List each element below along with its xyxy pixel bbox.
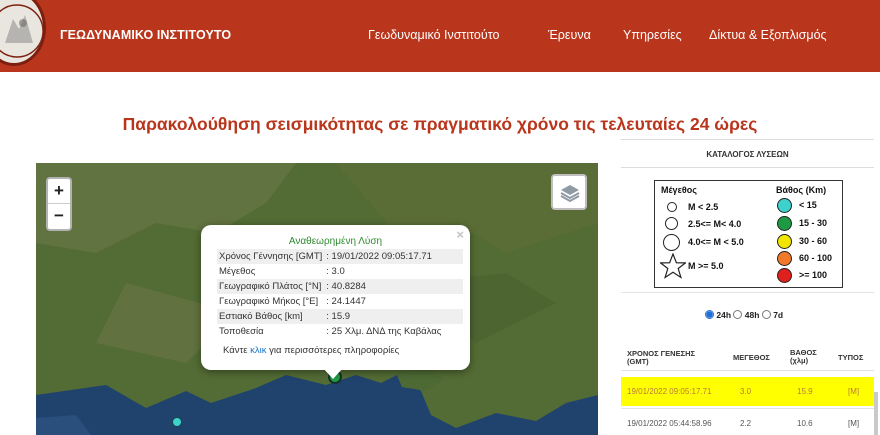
nav-networks-equipment[interactable]: Δίκτυα & Εξοπλισμός	[709, 28, 827, 42]
popup-link-suffix: για περισσότερες πληροφορίες	[266, 345, 400, 356]
popup-key: Τοποθεσία	[219, 326, 264, 337]
star-icon	[660, 253, 686, 279]
popup-heading: Αναθεωρημένη Λύση	[288, 236, 383, 247]
cell-magnitude: 3.0	[740, 387, 752, 396]
cell-origin-time[interactable]: 19/01/2022 05:44:58.96	[627, 419, 712, 428]
column-header-depth[interactable]: ΒΑΘΟΣ (χλμ)	[790, 349, 818, 365]
period-48h-label[interactable]: 48h	[745, 310, 760, 320]
seismicity-map[interactable]: + − × Αναθεωρημένη Λύση Χρόνος Γέννησης …	[36, 163, 598, 435]
column-header-type[interactable]: ΤΥΠΟΣ	[838, 354, 863, 362]
catalog-title: ΚΑΤΑΛΟΓΟΣ ΛΥΣΕΩΝ	[621, 139, 874, 168]
column-header-origin-time[interactable]: ΧΡΟΝΟΣ ΓΕΝΕΣΗΣ (GMT)	[627, 350, 713, 366]
legend-magnitude: M < 2.5	[688, 202, 719, 212]
period-7d-label[interactable]: 7d	[773, 310, 783, 320]
zoom-out-button[interactable]: −	[48, 204, 70, 229]
depth-swatch	[777, 216, 792, 231]
column-header-magnitude[interactable]: ΜΕΓΕΘΟΣ	[733, 354, 770, 362]
cell-depth[interactable]: 10.6	[797, 419, 813, 428]
popup-key: Μέγεθος	[219, 266, 256, 277]
institute-logo[interactable]	[0, 0, 46, 66]
cell-type: [M]	[848, 387, 860, 396]
legend-magnitude-title: Μέγεθος	[661, 185, 697, 195]
popup-value: : 40.8284	[324, 279, 463, 294]
popup-value: : 15.9	[324, 309, 463, 324]
legend-box: Μέγεθος Βάθος (Km) M < 2.5 2.5<= M< 4.0 …	[654, 180, 843, 288]
depth-swatch	[777, 251, 792, 266]
period-48h-radio[interactable]	[733, 310, 743, 319]
legend-magnitude: 2.5<= M< 4.0	[688, 219, 742, 229]
site-title[interactable]: ΓΕΩΔΥΝΑΜΙΚΟ ΙΝΣΤΙΤΟΥΤΟ	[60, 28, 231, 42]
legend-depth: 15 - 30	[799, 218, 828, 228]
popup-details: Χρόνος Γέννησης [GMT]: 19/01/2022 09:05:…	[217, 249, 463, 339]
popup-row: Χρόνος Γέννησης [GMT]: 19/01/2022 09:05:…	[217, 249, 463, 264]
magnitude-medium-circle	[665, 217, 678, 230]
popup-more-info-link[interactable]: κλικ	[250, 345, 266, 356]
divider	[621, 408, 874, 409]
legend-magnitude: M >= 5.0	[688, 261, 724, 271]
legend-magnitude: 4.0<= M < 5.0	[688, 237, 744, 247]
popup-value: : 24.1447	[326, 296, 366, 307]
divider	[621, 370, 874, 371]
layers-button[interactable]	[551, 174, 587, 210]
popup-row: Γεωγραφικό Μήκος [°E] : 24.1447	[217, 294, 463, 309]
earthquake-marker[interactable]	[172, 417, 182, 427]
cell-magnitude[interactable]: 2.2	[740, 419, 751, 428]
popup-value: : 19/01/2022 09:05:17.71	[324, 249, 463, 264]
popup-key: Γεωγραφικό Πλάτος [°N]	[217, 279, 325, 294]
depth-swatch	[777, 198, 792, 213]
popup-row: Γεωγραφικό Πλάτος [°N]: 40.8284	[217, 279, 463, 294]
cell-depth: 15.9	[797, 387, 813, 396]
zoom-control: + −	[46, 177, 72, 231]
magnitude-large-circle	[663, 234, 680, 251]
period-selector: 24h 48h 7d	[705, 310, 783, 320]
popup-link-prefix: Κάντε	[223, 345, 251, 356]
legend-depth-title: Βάθος (Km)	[776, 185, 827, 195]
popup-key: Χρόνος Γέννησης [GMT]	[217, 249, 325, 264]
popup-tip	[323, 368, 343, 379]
cell-type[interactable]: [M]	[848, 419, 859, 428]
nav-research[interactable]: Έρευνα	[548, 28, 591, 42]
site-header: ΓΕΩΔΥΝΑΜΙΚΟ ΙΝΣΤΙΤΟΥΤΟ Γεωδυναμικό Ινστι…	[0, 0, 880, 72]
cell-origin-time: 19/01/2022 09:05:17.71	[627, 387, 712, 396]
zoom-in-button[interactable]: +	[48, 179, 70, 204]
divider	[621, 292, 874, 293]
popup-row: Μέγεθος : 3.0	[217, 264, 463, 279]
nav-geodynamic-institute[interactable]: Γεωδυναμικό Ινστιτούτο	[368, 28, 499, 42]
period-24h-label[interactable]: 24h	[716, 310, 731, 320]
popup-value: : 3.0	[326, 266, 345, 277]
popup-value: : 25 Χλμ. ΔΝΔ της Καβάλας	[326, 326, 442, 337]
legend-depth: < 15	[799, 200, 817, 210]
depth-swatch	[777, 234, 792, 249]
popup-key: Εστιακό Βάθος [km]	[217, 309, 325, 324]
depth-swatch	[777, 268, 792, 283]
page-title: Παρακολούθηση σεισμικότητας σε πραγματικ…	[122, 114, 758, 134]
legend-depth: 60 - 100	[799, 253, 833, 263]
magnitude-small-circle	[667, 202, 677, 212]
popup-key: Γεωγραφικό Μήκος [°E]	[219, 296, 319, 307]
popup-row: Τοποθεσία : 25 Χλμ. ΔΝΔ της Καβάλας	[217, 324, 463, 339]
legend-depth: 30 - 60	[799, 236, 828, 246]
legend-depth: >= 100	[799, 270, 828, 280]
period-7d-radio[interactable]	[761, 310, 771, 319]
layers-icon	[560, 185, 580, 203]
period-24h-radio[interactable]	[705, 310, 714, 319]
popup-more-info: Κάντε κλικ για περισσότερες πληροφορίες	[223, 345, 399, 356]
popup-row: Εστιακό Βάθος [km]: 15.9	[217, 309, 463, 324]
scrollbar[interactable]	[874, 392, 878, 435]
nav-services[interactable]: Υπηρεσίες	[623, 28, 682, 42]
